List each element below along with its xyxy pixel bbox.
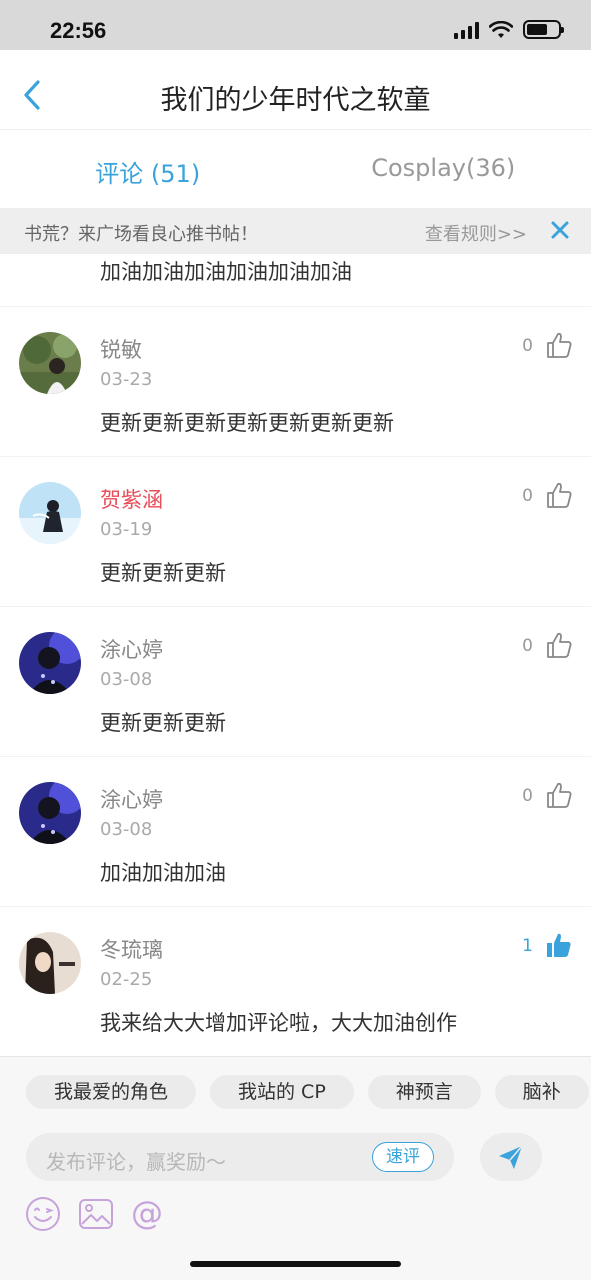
comment-composer: 我最爱的角色 我站的 CP 神预言 脑补 发布评论，赢奖励～ 速评 @ bbox=[0, 1056, 591, 1280]
notice-text[interactable]: 书荒？来广场看良心推书帖！ bbox=[24, 220, 258, 246]
home-indicator[interactable] bbox=[190, 1261, 401, 1267]
comment-text: 加油加油加油加油加油加油 bbox=[100, 260, 352, 284]
commenter-name[interactable]: 贺紫涵 bbox=[100, 484, 163, 514]
like-count: 0 bbox=[522, 786, 533, 806]
like-count: 1 bbox=[522, 936, 533, 956]
commenter-name[interactable]: 涂心婷 bbox=[100, 634, 163, 664]
nav-bar: 我们的少年时代之软童 bbox=[0, 50, 591, 130]
comment-item: 涂心婷 03-08 加油加油加油 0 bbox=[0, 756, 591, 906]
like-count: 0 bbox=[522, 336, 533, 356]
thumbs-up-icon[interactable] bbox=[545, 631, 573, 659]
comment-text: 更新更新更新 bbox=[100, 711, 226, 735]
topic-chip[interactable]: 我最爱的角色 bbox=[26, 1075, 197, 1109]
comment-item: 锐敏 03-23 更新更新更新更新更新更新更新 0 bbox=[0, 306, 591, 456]
quick-comment-button[interactable]: 速评 bbox=[372, 1142, 434, 1172]
emoji-icon[interactable] bbox=[24, 1195, 62, 1233]
avatar[interactable] bbox=[19, 482, 81, 544]
commenter-name[interactable]: 涂心婷 bbox=[100, 784, 163, 814]
like-count: 0 bbox=[522, 486, 533, 506]
avatar[interactable] bbox=[19, 782, 81, 844]
battery-icon bbox=[523, 20, 564, 39]
comment-text: 更新更新更新更新更新更新更新 bbox=[100, 411, 394, 435]
send-button[interactable] bbox=[480, 1133, 542, 1181]
cellular-signal-icon bbox=[454, 21, 479, 39]
commenter-name[interactable]: 锐敏 bbox=[100, 334, 142, 364]
thumbs-up-icon[interactable] bbox=[545, 781, 573, 809]
view-rules-link[interactable]: 查看规则>> bbox=[425, 220, 527, 246]
page-title: 我们的少年时代之软童 bbox=[160, 85, 431, 116]
tab-bar: 评论 (51) Cosplay(36) bbox=[0, 130, 591, 208]
comment-date: 02-25 bbox=[100, 969, 153, 990]
topic-chip[interactable]: 我站的 CP bbox=[210, 1075, 354, 1109]
comment-input[interactable]: 发布评论，赢奖励～ 速评 bbox=[26, 1133, 454, 1181]
svg-text:@: @ bbox=[131, 1195, 163, 1232]
thumbs-up-filled-icon[interactable] bbox=[545, 931, 573, 959]
image-icon[interactable] bbox=[77, 1195, 115, 1233]
comment-date: 03-19 bbox=[100, 519, 153, 540]
close-icon[interactable] bbox=[549, 218, 571, 242]
comment-text: 加油加油加油 bbox=[100, 861, 226, 885]
tab-cosplay[interactable]: Cosplay(36) bbox=[296, 130, 591, 208]
send-icon bbox=[499, 1145, 523, 1169]
like-count: 0 bbox=[522, 636, 533, 656]
status-time: 22:56 bbox=[50, 18, 107, 43]
comment-list[interactable]: 加油加油加油加油加油加油 锐敏 03-23 更新更新更新更新更新更新更新 0 贺… bbox=[0, 254, 591, 1056]
comment-text: 更新更新更新 bbox=[100, 561, 226, 585]
comment-item: 贺紫涵 03-19 更新更新更新 0 bbox=[0, 456, 591, 606]
status-icons bbox=[454, 20, 564, 39]
avatar[interactable] bbox=[19, 932, 81, 994]
battery-fill bbox=[527, 24, 547, 35]
topic-chip[interactable]: 脑补 bbox=[494, 1075, 589, 1109]
avatar[interactable] bbox=[19, 332, 81, 394]
comment-input-placeholder: 发布评论，赢奖励～ bbox=[46, 1150, 226, 1174]
wifi-icon bbox=[489, 20, 513, 38]
comment-item: 冬琉璃 02-25 我来给大大增加评论啦，大大加油创作 1 bbox=[0, 906, 591, 1056]
comment-text: 我来给大大增加评论啦，大大加油创作 bbox=[100, 1011, 457, 1035]
commenter-name[interactable]: 冬琉璃 bbox=[100, 934, 163, 964]
thumbs-up-icon[interactable] bbox=[545, 331, 573, 359]
tab-comments[interactable]: 评论 (51) bbox=[0, 130, 296, 208]
notice-banner: 书荒？来广场看良心推书帖！ 查看规则>> bbox=[0, 208, 591, 254]
topic-chips: 我最爱的角色 我站的 CP 神预言 脑补 bbox=[26, 1075, 591, 1111]
topic-chip[interactable]: 神预言 bbox=[367, 1075, 481, 1109]
comment-date: 03-08 bbox=[100, 819, 153, 840]
comment-date: 03-08 bbox=[100, 669, 153, 690]
comment-date: 03-23 bbox=[100, 369, 153, 390]
mention-icon[interactable]: @ bbox=[128, 1195, 166, 1233]
avatar[interactable] bbox=[19, 632, 81, 694]
status-bar: 22:56 bbox=[0, 0, 591, 50]
comment-item: 涂心婷 03-08 更新更新更新 0 bbox=[0, 606, 591, 756]
thumbs-up-icon[interactable] bbox=[545, 481, 573, 509]
